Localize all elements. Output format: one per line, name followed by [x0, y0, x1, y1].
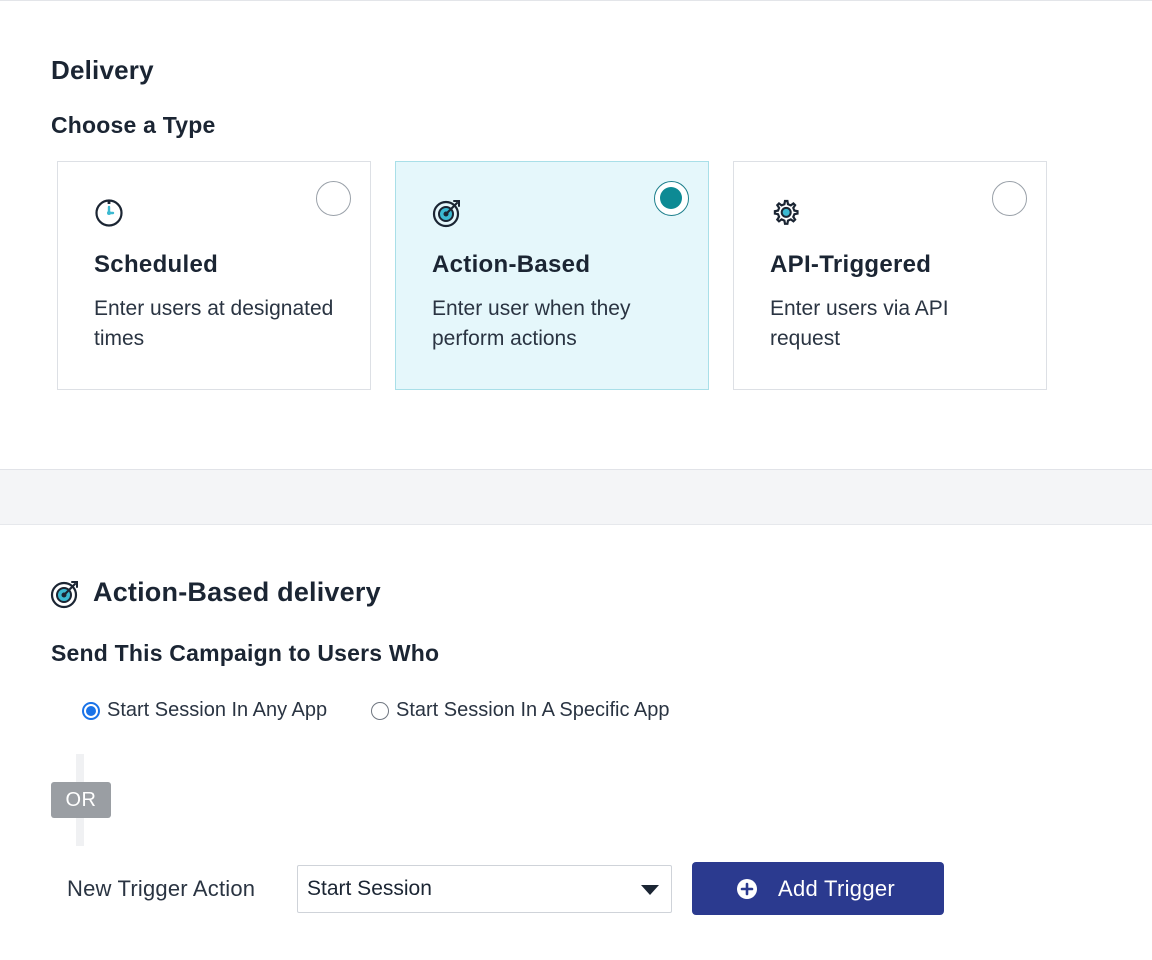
target-icon	[50, 581, 78, 609]
type-card-action-based[interactable]: Action-Based Enter user when they perfor…	[395, 161, 709, 390]
clock-icon	[95, 199, 123, 227]
add-trigger-button[interactable]: Add Trigger	[692, 862, 944, 915]
add-trigger-label: Add Trigger	[778, 875, 896, 901]
page-title: Delivery	[51, 55, 154, 85]
type-description: Enter users via API request	[770, 297, 949, 350]
type-title: Scheduled	[94, 251, 219, 278]
trigger-action-value: Start Session	[307, 877, 432, 900]
action-based-title: Action-Based delivery	[93, 577, 381, 607]
type-card-scheduled[interactable]: Scheduled Enter users at designated time…	[57, 161, 371, 390]
type-title: Action-Based	[432, 251, 591, 278]
option-label: Start Session In A Specific App	[396, 699, 670, 721]
target-icon	[432, 200, 460, 228]
option-label: Start Session In Any App	[107, 699, 328, 721]
type-radio-scheduled[interactable]	[316, 181, 351, 216]
section-heading-choose-type: Choose a Type	[51, 112, 216, 138]
gear-icon	[773, 199, 799, 225]
type-radio-api-triggered[interactable]	[992, 181, 1027, 216]
new-trigger-action-label: New Trigger Action	[67, 876, 256, 901]
type-card-api-triggered[interactable]: API-Triggered Enter users via API reques…	[733, 161, 1047, 390]
caret-down-icon	[641, 885, 659, 895]
plus-circle-icon	[737, 878, 757, 899]
type-radio-action-based[interactable]	[654, 181, 689, 216]
section-divider	[0, 469, 1152, 525]
option-any-app[interactable]: Start Session In Any App	[82, 699, 327, 722]
type-description: Enter users at designated times	[94, 297, 334, 350]
type-description: Enter user when they perform actions	[432, 297, 631, 350]
send-campaign-heading: Send This Campaign to Users Who	[51, 640, 440, 666]
trigger-action-select[interactable]: Start Session	[297, 865, 672, 913]
or-badge: OR	[51, 782, 111, 818]
delivery-panel: Delivery Choose a Type Scheduled Enter u…	[0, 0, 1152, 469]
option-specific-app[interactable]: Start Session In A Specific App	[371, 699, 670, 722]
type-title: API-Triggered	[770, 251, 932, 278]
radio-any-app[interactable]	[82, 701, 100, 720]
radio-specific-app[interactable]	[371, 701, 389, 720]
